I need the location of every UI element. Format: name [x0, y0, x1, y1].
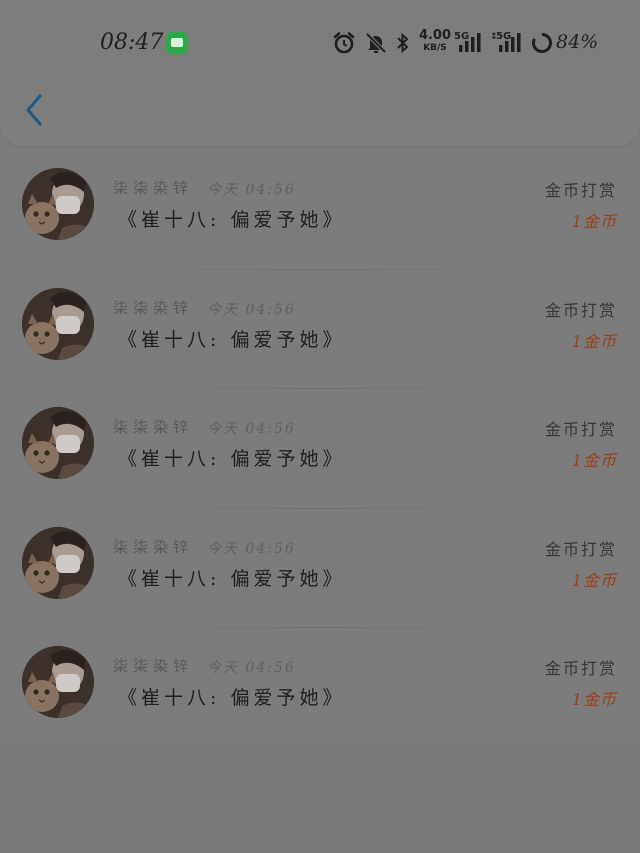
- reward-label: 金币打赏: [544, 539, 617, 559]
- signal-icon-2: ↕ 5G: [490, 31, 521, 52]
- reward-amount: 1金币: [571, 331, 617, 351]
- alarm-icon: [333, 32, 355, 54]
- reward-amount: 1金币: [571, 451, 617, 471]
- network-speed: 4.00 KB/S: [418, 29, 452, 53]
- reward-amount: 1金币: [571, 690, 617, 710]
- avatar[interactable]: [22, 646, 94, 719]
- avatar-image: [22, 407, 94, 480]
- reward-time: 今天 04:56: [207, 182, 296, 198]
- signal-2-label: 5G: [496, 31, 511, 42]
- avatar-image: [22, 287, 94, 360]
- book-title: 《崔十八: 偏爱予她》: [118, 209, 346, 231]
- bluetooth-icon: [397, 32, 409, 54]
- reward-time: 今天 04:56: [207, 421, 296, 438]
- reward-label: 金币打赏: [544, 181, 617, 200]
- system-icons: 4.00 KB/S 5G ↕ 5G 84%: [332, 28, 632, 58]
- reward-label: 金币打赏: [544, 659, 617, 679]
- avatar[interactable]: [22, 287, 94, 360]
- list-item[interactable]: 柒柒染锌 今天 04:56 《崔十八: 偏爱予她》 金币打赏 1金币: [0, 150, 640, 270]
- signal-1-label: 5G: [454, 31, 469, 42]
- book-title: 《崔十八: 偏爱予她》: [118, 687, 346, 710]
- empty-area: [0, 744, 640, 853]
- sender-name: 柒柒染锌: [113, 657, 194, 676]
- book-title: 《崔十八: 偏爱予她》: [118, 567, 346, 590]
- status-time: 08:47: [100, 30, 164, 55]
- sender-name: 柒柒染锌: [113, 298, 194, 317]
- list-item[interactable]: 柒柒染锌 今天 04:56 《崔十八: 偏爱予她》 金币打赏 1金币: [0, 270, 640, 390]
- mute-bell-icon: [365, 32, 387, 54]
- network-speed-unit: KB/S: [423, 43, 447, 53]
- battery-percentage: 84%: [556, 31, 599, 53]
- book-title: 《崔十八: 偏爱予她》: [118, 328, 346, 351]
- reward-label: 金币打赏: [544, 420, 617, 440]
- avatar-image: [22, 646, 94, 719]
- avatar-image: [22, 168, 94, 240]
- reward-list: 柒柒染锌 今天 04:56 《崔十八: 偏爱予她》 金币打赏 1金币 柒柒染锌 …: [0, 150, 640, 744]
- avatar[interactable]: [22, 407, 94, 480]
- reward-amount: 1金币: [571, 570, 617, 590]
- avatar-image: [22, 526, 94, 599]
- reward-time: 今天 04:56: [207, 540, 296, 557]
- list-item[interactable]: 柒柒染锌 今天 04:56 《崔十八: 偏爱予她》 金币打赏 1金币: [0, 389, 640, 509]
- reward-time: 今天 04:56: [207, 301, 296, 318]
- sender-name: 柒柒染锌: [113, 179, 194, 197]
- page-header: [0, 60, 640, 146]
- reward-label: 金币打赏: [544, 300, 617, 320]
- battery-ring-icon: [532, 32, 552, 53]
- sender-name: 柒柒染锌: [113, 537, 194, 556]
- avatar[interactable]: [22, 168, 94, 240]
- network-speed-value: 4.00: [418, 28, 452, 43]
- list-item[interactable]: 柒柒染锌 今天 04:56 《崔十八: 偏爱予她》 金币打赏 1金币: [0, 509, 640, 629]
- reward-amount: 1金币: [571, 212, 617, 231]
- signal-icon: 5G: [454, 31, 481, 52]
- reward-time: 今天 04:56: [207, 660, 296, 677]
- message-app-icon: [166, 32, 188, 54]
- back-button[interactable]: [20, 90, 50, 130]
- chevron-left-icon: [26, 94, 42, 126]
- list-item[interactable]: 柒柒染锌 今天 04:56 《崔十八: 偏爱予她》 金币打赏 1金币: [0, 628, 640, 748]
- book-title: 《崔十八: 偏爱予她》: [118, 448, 346, 471]
- sender-name: 柒柒染锌: [113, 418, 194, 437]
- avatar[interactable]: [22, 526, 94, 599]
